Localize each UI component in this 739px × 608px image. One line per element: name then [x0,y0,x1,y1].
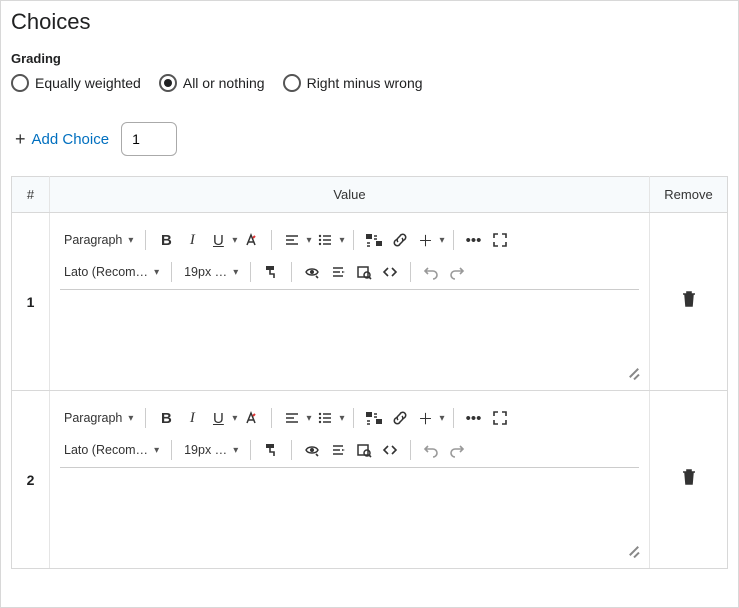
radio-icon [283,74,301,92]
add-choice-row: + Add Choice [11,122,728,156]
text-color-button[interactable] [239,405,263,431]
list-button[interactable] [313,405,337,431]
text-color-button[interactable] [239,227,263,253]
chevron-down-icon: ▾ [440,235,445,246]
row-number: 1 [12,213,50,391]
link-button[interactable] [388,405,412,431]
radio-equally-weighted[interactable]: Equally weighted [11,74,141,92]
chevron-down-icon: ▾ [233,267,238,278]
chevron-down-icon: ▾ [306,413,311,424]
radio-icon [159,74,177,92]
radio-label: All or nothing [183,75,265,91]
radio-all-or-nothing[interactable]: All or nothing [159,74,265,92]
add-choice-label: Add Choice [32,131,110,148]
font-family-select[interactable]: Lato (Recom…▾ [60,437,163,463]
accessibility-button[interactable] [300,437,324,463]
chevron-down-icon: ▾ [232,413,237,424]
chevron-down-icon: ▾ [154,267,159,278]
rte-toolbar-row2: Lato (Recom…▾ 19px …▾ [58,255,641,287]
col-header-value: Value [50,177,650,213]
remove-choice-button[interactable] [681,470,697,490]
page-title: Choices [11,9,728,35]
source-code-button[interactable] [378,437,402,463]
col-header-num: # [12,177,50,213]
insert-stuff-button[interactable] [362,405,386,431]
col-header-remove: Remove [650,177,728,213]
undo-button[interactable] [419,437,443,463]
resize-handle[interactable] [625,542,639,556]
format-painter-button[interactable] [259,437,283,463]
block-format-select[interactable]: Paragraph▾ [60,405,137,431]
table-row: 1 Paragraph▾ B I U▾ ▾ ▾ [12,213,728,391]
font-size-select[interactable]: 19px …▾ [180,437,242,463]
chevron-down-icon: ▾ [154,445,159,456]
chevron-down-icon: ▾ [440,413,445,424]
rte-toolbar-row1: Paragraph▾ B I U▾ ▾ ▾ ＋▾ [58,223,641,255]
bold-button[interactable]: B [154,405,178,431]
radio-right-minus-wrong[interactable]: Right minus wrong [283,74,423,92]
chevron-down-icon: ▾ [128,235,133,246]
editor-content[interactable] [58,468,641,558]
bold-button[interactable]: B [154,227,178,253]
preview-button[interactable] [352,259,376,285]
radio-icon [11,74,29,92]
rte-toolbar-row1: Paragraph▾ B I U▾ ▾ ▾ ＋▾ [58,401,641,433]
preview-button[interactable] [352,437,376,463]
undo-button[interactable] [419,259,443,285]
italic-button[interactable]: I [180,405,204,431]
chevron-down-icon: ▾ [232,235,237,246]
remove-choice-button[interactable] [681,292,697,312]
radio-label: Equally weighted [35,75,141,91]
more-button[interactable]: ••• [462,227,486,253]
choices-panel: Choices Grading Equally weighted All or … [0,0,739,608]
trash-icon [681,468,697,486]
link-button[interactable] [388,227,412,253]
plus-icon: + [15,130,26,148]
font-size-select[interactable]: 19px …▾ [180,259,242,285]
accessibility-button[interactable] [300,259,324,285]
align-button[interactable] [280,227,304,253]
editor-content[interactable] [58,290,641,380]
rte-toolbar-row2: Lato (Recom…▾ 19px …▾ [58,433,641,465]
trash-icon [681,290,697,308]
format-painter-button[interactable] [259,259,283,285]
more-button[interactable]: ••• [462,405,486,431]
radio-label: Right minus wrong [307,75,423,91]
table-row: 2 Paragraph▾ B I U▾ ▾ ▾ [12,391,728,569]
chevron-down-icon: ▾ [128,413,133,424]
insert-stuff-button[interactable] [362,227,386,253]
chevron-down-icon: ▾ [233,445,238,456]
equation-button[interactable] [326,437,350,463]
chevron-down-icon: ▾ [339,413,344,424]
grading-label: Grading [11,51,728,66]
add-choice-qty-input[interactable] [121,122,177,156]
list-button[interactable] [313,227,337,253]
fullscreen-button[interactable] [488,405,512,431]
redo-button[interactable] [445,259,469,285]
italic-button[interactable]: I [180,227,204,253]
align-button[interactable] [280,405,304,431]
resize-handle[interactable] [625,364,639,378]
insert-button[interactable]: ＋ [414,227,438,253]
chevron-down-icon: ▾ [339,235,344,246]
redo-button[interactable] [445,437,469,463]
rich-text-editor: Paragraph▾ B I U▾ ▾ ▾ ＋▾ [58,223,641,380]
underline-button[interactable]: U [206,227,230,253]
insert-button[interactable]: ＋ [414,405,438,431]
grading-radio-group: Equally weighted All or nothing Right mi… [11,74,728,92]
block-format-select[interactable]: Paragraph▾ [60,227,137,253]
row-number: 2 [12,391,50,569]
rich-text-editor: Paragraph▾ B I U▾ ▾ ▾ ＋▾ [58,401,641,558]
font-family-select[interactable]: Lato (Recom…▾ [60,259,163,285]
chevron-down-icon: ▾ [306,235,311,246]
equation-button[interactable] [326,259,350,285]
fullscreen-button[interactable] [488,227,512,253]
source-code-button[interactable] [378,259,402,285]
underline-button[interactable]: U [206,405,230,431]
choices-table: # Value Remove 1 Paragraph▾ B I U▾ [11,176,728,569]
add-choice-button[interactable]: + Add Choice [15,130,109,148]
